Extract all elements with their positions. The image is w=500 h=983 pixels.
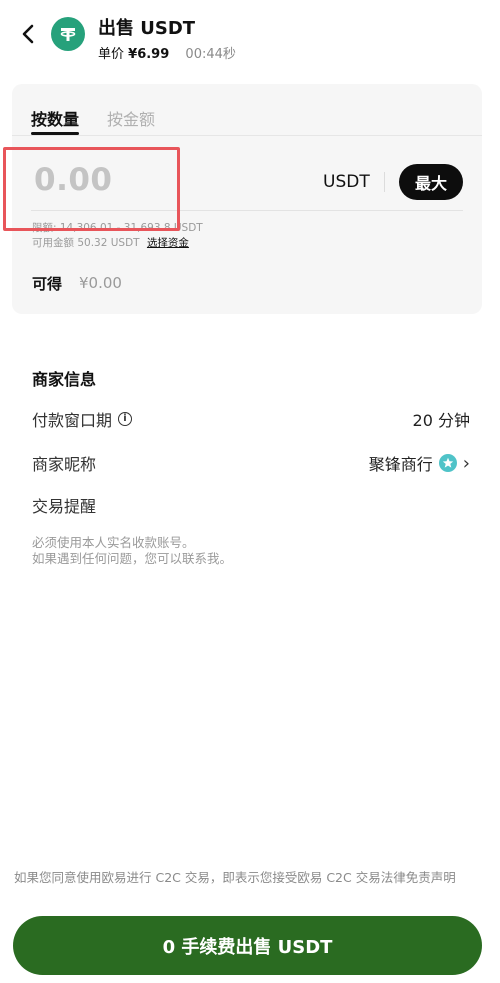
merchant-nickname-value: 聚锋商行 [368, 455, 433, 474]
header: 出售 USDT 单价 ¥6.99 00:44秒 [0, 0, 500, 72]
order-form-card: 按数量 按金额 0.00 USDT 最大 限额: 14,306.01 - 31,… [12, 84, 482, 314]
reminder-notes: 必须使用本人实名收款账号。 如果遇到任何问题，您可以联系我。 [32, 535, 232, 567]
verified-star-icon [438, 454, 457, 472]
price-line: 单价 ¥6.99 00:44秒 [98, 43, 236, 62]
max-button[interactable]: 最大 [399, 164, 463, 200]
tab-by-quantity[interactable]: 按数量 [31, 106, 79, 130]
sell-button[interactable]: 0 手续费出售 USDT [13, 916, 482, 975]
payment-window-value: 20 分钟 [412, 411, 470, 430]
select-funds-link[interactable]: 选择资金 [147, 237, 189, 249]
merchant-section-title: 商家信息 [32, 370, 97, 389]
chevron-right-icon: › [462, 452, 470, 474]
receive-label: 可得 [32, 275, 63, 293]
tether-icon [51, 17, 85, 51]
payment-window-row: 付款窗口期 i [32, 407, 133, 431]
currency-label: USDT [323, 172, 370, 192]
reminder-line: 如果遇到任何问题，您可以联系我。 [32, 551, 233, 566]
available-text: 可用金额 50.32 USDT [32, 237, 140, 249]
divider [384, 172, 385, 192]
page-title: 出售 USDT [98, 18, 196, 39]
nickname-label: 商家昵称 [32, 455, 97, 474]
price-label: 单价 [98, 47, 125, 62]
receive-value: ¥0.00 [79, 274, 122, 292]
chevron-left-icon[interactable] [14, 20, 42, 48]
amount-input[interactable]: 0.00 [34, 162, 113, 198]
tab-by-amount[interactable]: 按金额 [107, 106, 155, 130]
available-balance: 可用金额 50.32 USDT 选择资金 [32, 235, 189, 250]
limit-text: 限额: 14,306.01 - 31,693.8 USDT [32, 222, 203, 234]
info-icon[interactable]: i [118, 412, 133, 426]
countdown-timer: 00:44秒 [185, 47, 236, 62]
payment-window-label: 付款窗口期 [32, 411, 113, 430]
input-underline [31, 210, 463, 211]
merchant-nickname[interactable]: 聚锋商行 › [369, 451, 470, 475]
reminder-line: 必须使用本人实名收款账号。 [32, 535, 195, 550]
legal-disclaimer: 如果您同意使用欧易进行 C2C 交易，即表示您接受欧易 C2C 交易法律免责声明 [14, 870, 456, 885]
reminder-label: 交易提醒 [32, 497, 97, 516]
price-value: ¥6.99 [128, 47, 170, 62]
tab-divider [12, 135, 482, 136]
